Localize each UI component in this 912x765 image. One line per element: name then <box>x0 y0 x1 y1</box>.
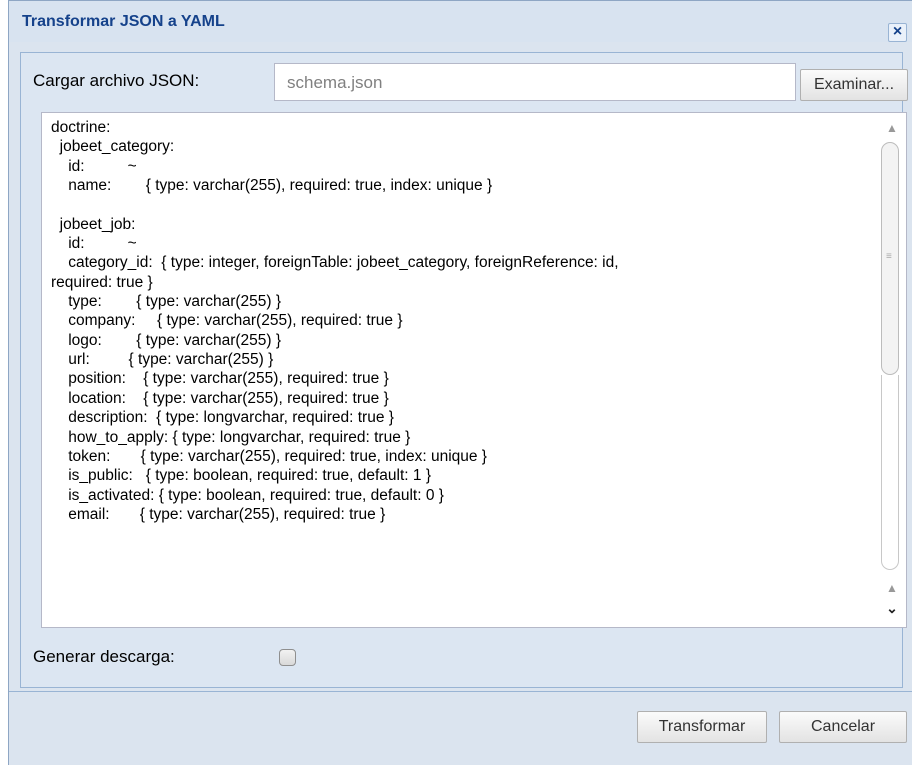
dialog-window: Transformar JSON a YAML × Cargar archivo… <box>8 0 912 765</box>
cancel-button[interactable]: Cancelar <box>779 711 907 743</box>
grip-icon: ≡ <box>886 251 892 262</box>
dialog-titlebar[interactable]: Transformar JSON a YAML × <box>9 1 912 42</box>
close-icon[interactable]: × <box>888 23 907 42</box>
scroll-up-small-icon[interactable]: ▲ <box>886 581 898 595</box>
footer-divider <box>9 691 912 692</box>
scroll-track[interactable] <box>881 375 899 570</box>
transform-button[interactable]: Transformar <box>637 711 767 743</box>
scroll-down-icon[interactable]: ⌄ <box>886 600 898 617</box>
scroll-thumb[interactable]: ≡ <box>881 142 899 375</box>
vertical-scrollbar[interactable]: ▲ ≡ ▲ ⌄ <box>876 113 906 627</box>
browse-button[interactable]: Examinar... <box>800 69 908 101</box>
json-yaml-textarea[interactable]: doctrine: jobeet_category: id: ~ name: {… <box>41 112 907 628</box>
generate-download-label: Generar descarga: <box>33 647 175 666</box>
load-json-label: Cargar archivo JSON: <box>33 71 200 90</box>
generate-download-checkbox[interactable] <box>279 649 296 666</box>
scroll-up-icon[interactable]: ▲ <box>886 121 898 135</box>
dialog-title: Transformar JSON a YAML <box>22 13 225 30</box>
file-path-input[interactable]: schema.json <box>274 63 796 101</box>
yaml-content: doctrine: jobeet_category: id: ~ name: {… <box>51 119 619 523</box>
